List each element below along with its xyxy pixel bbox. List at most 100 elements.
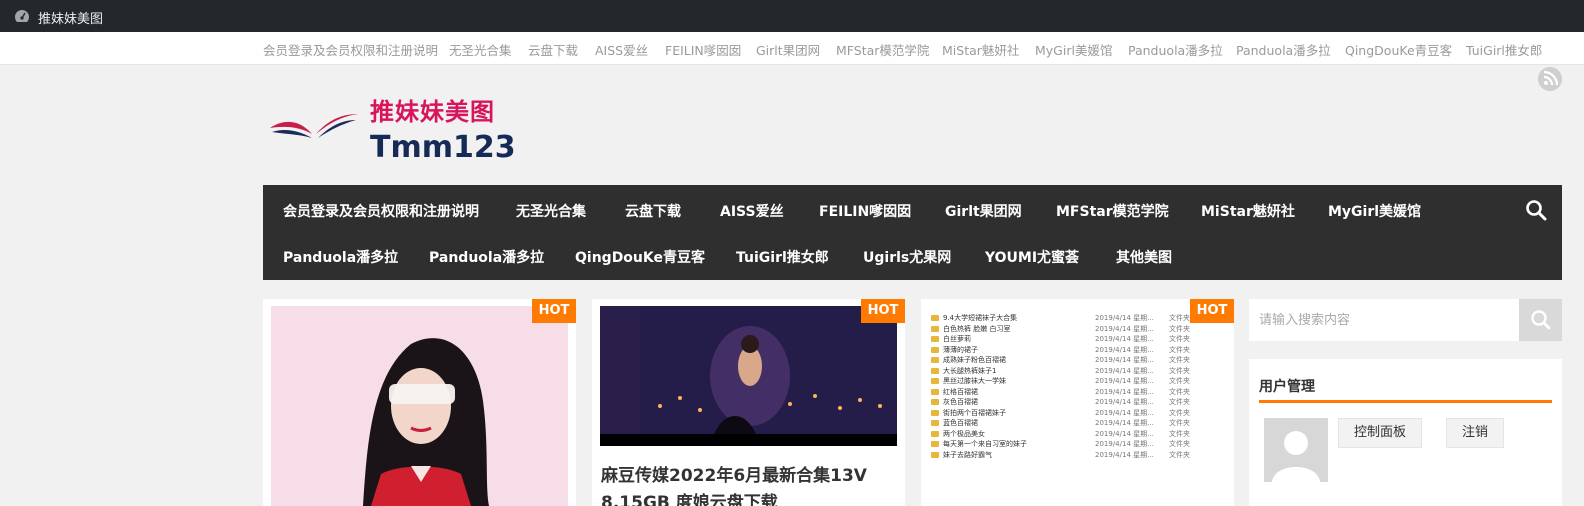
logout-button[interactable]: 注销 xyxy=(1446,418,1504,448)
post-card[interactable]: HOT 麻豆传媒2022年6月最新合集13V 8.15GB 度娘云盘下载 xyxy=(592,299,905,506)
folder-row: 每天第一个来自习室的妹子 2019/4/14 星期... 文件夹 xyxy=(929,439,1219,450)
folder-date: 2019/4/14 星期... xyxy=(1095,366,1154,375)
post-thumbnail-image xyxy=(600,306,897,446)
nav-item[interactable]: MyGirl美媛馆 xyxy=(1328,201,1421,221)
folder-name: 白色热裤 脸嫩 白习室 xyxy=(943,324,1011,333)
top-link[interactable]: QingDouKe青豆客 xyxy=(1345,40,1452,59)
folder-name: 每天第一个来自习室的妹子 xyxy=(943,440,1027,448)
folder-name: 妹子去路好霸气 xyxy=(943,450,992,459)
top-link[interactable]: 云盘下载 xyxy=(528,40,578,59)
nav-item[interactable]: 无圣光合集 xyxy=(516,201,586,221)
nav-item[interactable]: Panduola潘多拉 xyxy=(283,247,398,267)
hot-badge: HOT xyxy=(1190,299,1234,323)
dashboard-icon[interactable] xyxy=(14,9,30,23)
top-link[interactable]: FEILIN嗲囡囡 xyxy=(665,40,741,59)
folder-type: 文件夹 xyxy=(1169,314,1190,322)
folder-icon xyxy=(931,346,939,353)
search-icon[interactable] xyxy=(1525,199,1547,221)
post-thumbnail[interactable] xyxy=(271,306,568,506)
nav-item[interactable]: MFStar模范学院 xyxy=(1056,201,1169,221)
nav-item[interactable]: 会员登录及会员权限和注册说明 xyxy=(283,201,479,221)
folder-type: 文件夹 xyxy=(1169,356,1190,364)
search-input[interactable] xyxy=(1249,299,1519,341)
folder-type: 文件夹 xyxy=(1169,450,1190,459)
folder-icon xyxy=(931,409,939,416)
nav-item[interactable]: TuiGirl推女郎 xyxy=(736,247,829,267)
folder-name: 大长腿热裤妹子1 xyxy=(943,366,997,375)
folder-type: 文件夹 xyxy=(1169,419,1190,427)
top-link[interactable]: AISS爱丝 xyxy=(595,40,648,59)
folder-type: 文件夹 xyxy=(1169,440,1190,448)
top-link[interactable]: 会员登录及会员权限和注册说明 xyxy=(263,40,438,59)
top-link[interactable]: 无圣光合集 xyxy=(449,40,512,59)
folder-date: 2019/4/14 星期... xyxy=(1095,377,1154,385)
folder-date: 2019/4/14 星期... xyxy=(1095,440,1154,448)
admin-bar: 推妹妹美图 xyxy=(0,0,1584,32)
top-link[interactable]: MFStar模范学院 xyxy=(836,40,929,59)
folder-row: 街拍两个百褶裙妹子 2019/4/14 星期... 文件夹 xyxy=(929,408,1219,419)
folder-name: 9.4大学短裙袜子大合集 xyxy=(943,314,1018,322)
folder-icon xyxy=(931,430,939,437)
post-thumbnail[interactable] xyxy=(600,306,897,446)
default-avatar-icon xyxy=(1264,418,1328,482)
nav-item[interactable]: AISS爱丝 xyxy=(720,201,784,221)
folder-type: 文件夹 xyxy=(1169,345,1190,354)
folder-name: 街拍两个百褶裙妹子 xyxy=(943,408,1006,417)
nav-item[interactable]: 云盘下载 xyxy=(625,201,681,221)
dashboard-button[interactable]: 控制面板 xyxy=(1338,418,1422,448)
logo-wings-graphic xyxy=(270,114,358,138)
top-link[interactable]: MyGirl美媛馆 xyxy=(1035,40,1112,59)
folder-icon xyxy=(931,367,939,374)
folder-row: 白丝萝莉 2019/4/14 星期... 文件夹 xyxy=(929,334,1219,345)
folder-row: 灰色百褶裙 2019/4/14 星期... 文件夹 xyxy=(929,397,1219,408)
post-card[interactable]: HOT xyxy=(263,299,576,506)
folder-name: 蓝色百褶裙 xyxy=(943,419,978,427)
nav-item[interactable]: Girlt果团网 xyxy=(945,201,1022,221)
folder-type: 文件夹 xyxy=(1169,408,1190,417)
top-link[interactable]: Panduola潘多拉 xyxy=(1128,40,1223,59)
folder-date: 2019/4/14 星期... xyxy=(1095,356,1154,364)
nav-item[interactable]: MiStar魅妍社 xyxy=(1201,201,1295,221)
nav-item[interactable]: Panduola潘多拉 xyxy=(429,247,544,267)
site-logo[interactable]: 推妹妹美图 Tmm123 xyxy=(268,90,528,170)
top-link[interactable]: TuiGirl推女郎 xyxy=(1466,40,1542,59)
sidebar-search xyxy=(1249,299,1562,341)
nav-item[interactable]: FEILIN嗲囡囡 xyxy=(819,201,911,221)
folder-icon xyxy=(931,357,939,363)
folder-name: 两个极品美女 xyxy=(943,429,985,438)
nav-item[interactable]: YOUMI尤蜜荟 xyxy=(985,247,1079,267)
top-link[interactable]: MiStar魅妍社 xyxy=(942,40,1019,59)
search-button[interactable] xyxy=(1519,299,1562,341)
folder-date: 2019/4/14 星期... xyxy=(1095,398,1154,406)
folder-row: 黑丝过膝袜大一学妹 2019/4/14 星期... 文件夹 xyxy=(929,376,1219,387)
top-link[interactable]: Girlt果团网 xyxy=(756,40,820,59)
post-title[interactable]: 麻豆传媒2022年6月最新合集13V 8.15GB 度娘云盘下载 xyxy=(601,463,901,506)
folder-row: 妹子去路好霸气 2019/4/14 星期... 文件夹 xyxy=(929,450,1219,461)
folder-row: 薄薄的裙子 2019/4/14 星期... 文件夹 xyxy=(929,345,1219,356)
folder-type: 文件夹 xyxy=(1169,335,1190,343)
post-card[interactable]: 9.4大学短裙袜子大合集 2019/4/14 星期... 文件夹 白色热裤 脸嫩 白习… xyxy=(921,299,1234,506)
folder-name: 白丝萝莉 xyxy=(943,335,971,343)
nav-item[interactable]: Ugirls尤果网 xyxy=(863,247,951,267)
logo-title-cn: 推妹妹美图 xyxy=(370,98,495,126)
folder-date: 2019/4/14 星期... xyxy=(1095,419,1154,427)
logo-title-en: Tmm123 xyxy=(370,130,516,165)
rss-icon[interactable] xyxy=(1538,67,1562,91)
folder-type: 文件夹 xyxy=(1169,387,1190,396)
top-links-bar: 会员登录及会员权限和注册说明 无圣光合集 云盘下载 AISS爱丝 FEILIN嗲… xyxy=(0,32,1584,65)
nav-item[interactable]: QingDouKe青豆客 xyxy=(575,247,705,267)
top-link[interactable]: Panduola潘多拉 xyxy=(1236,40,1331,59)
folder-name: 灰色百褶裙 xyxy=(943,398,978,406)
main-nav: 会员登录及会员权限和注册说明 无圣光合集 云盘下载 AISS爱丝 FEILIN嗲… xyxy=(263,185,1562,280)
folder-icon xyxy=(931,441,939,447)
widget-title: 用户管理 xyxy=(1259,379,1315,395)
folder-date: 2019/4/14 星期... xyxy=(1095,314,1154,322)
folder-listing-image[interactable]: 9.4大学短裙袜子大合集 2019/4/14 星期... 文件夹 白色热裤 脸嫩 白习… xyxy=(929,313,1219,460)
folder-icon xyxy=(931,325,939,332)
folder-icon xyxy=(931,399,939,405)
folder-type: 文件夹 xyxy=(1169,377,1190,385)
folder-row: 成熟妹子粉色百褶裙 2019/4/14 星期... 文件夹 xyxy=(929,355,1219,366)
nav-item[interactable]: 其他美图 xyxy=(1116,247,1172,267)
folder-icon xyxy=(931,315,939,321)
admin-site-name[interactable]: 推妹妹美图 xyxy=(38,8,103,27)
